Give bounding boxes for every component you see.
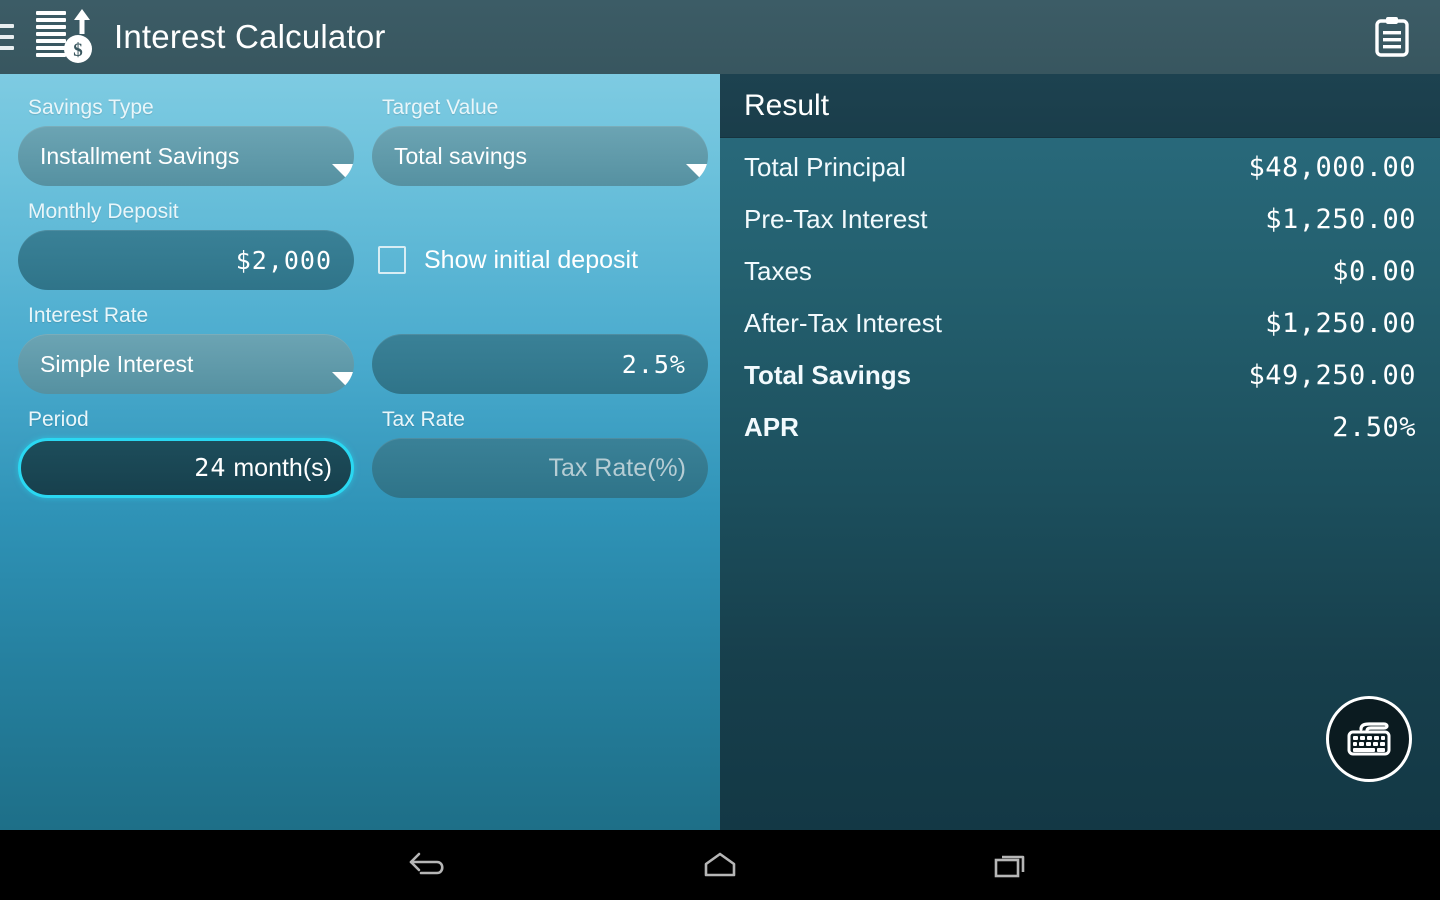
period-group: Period 24 month(s)	[18, 408, 354, 498]
interest-rate-type-value: Simple Interest	[40, 350, 194, 377]
chevron-down-icon	[686, 164, 708, 186]
result-row: Pre-Tax Interest $1,250.00	[744, 204, 1416, 256]
show-initial-deposit-group: Show initial deposit	[372, 200, 708, 290]
interest-rate-type-dropdown[interactable]: Simple Interest	[18, 334, 354, 394]
result-row-value: $1,250.00	[1265, 204, 1416, 235]
result-row: Taxes $0.00	[744, 256, 1416, 308]
keyboard-fab-button[interactable]	[1326, 696, 1412, 782]
hamburger-line	[0, 24, 14, 28]
period-value: 24 month(s)	[40, 453, 332, 483]
result-row-value: $1,250.00	[1265, 308, 1416, 339]
savings-type-group: Savings Type Installment Savings	[18, 96, 354, 186]
result-row-value: 2.50%	[1332, 412, 1416, 443]
result-row-label: APR	[744, 412, 799, 442]
svg-text:$: $	[73, 40, 83, 61]
hamburger-line	[0, 35, 14, 39]
clipboard-icon[interactable]	[1366, 9, 1418, 65]
result-row-value: $48,000.00	[1248, 152, 1416, 183]
period-label: Period	[28, 408, 89, 431]
interest-rate-input[interactable]: 2.5%	[372, 334, 708, 394]
result-row: Total Principal $48,000.00	[744, 152, 1416, 204]
app-screen: $ Interest Calculator Savings Type Insta…	[0, 0, 1440, 900]
result-panel: Result Total Principal $48,000.00 Pre-Tax …	[720, 74, 1440, 830]
result-row-label: After-Tax Interest	[744, 308, 942, 338]
show-initial-deposit-checkbox-row[interactable]: Show initial deposit	[372, 230, 708, 290]
monthly-deposit-value: $2,000	[235, 245, 332, 275]
spacer-label	[372, 304, 708, 334]
show-initial-deposit-checkbox[interactable]	[378, 246, 406, 274]
monthly-deposit-input[interactable]: $2,000	[18, 230, 354, 290]
savings-type-dropdown[interactable]: Installment Savings	[18, 126, 354, 186]
tax-rate-label: Tax Rate	[382, 408, 465, 431]
chevron-down-icon	[332, 372, 354, 394]
result-row: APR 2.50%	[744, 412, 1416, 464]
hamburger-line	[0, 46, 14, 50]
period-input[interactable]: 24 month(s)	[18, 438, 354, 498]
page-title: Interest Calculator	[114, 18, 386, 55]
content-area: Savings Type Installment Savings Target …	[0, 74, 1440, 830]
monthly-deposit-label: Monthly Deposit	[28, 200, 179, 223]
hamburger-menu-icon[interactable]	[0, 0, 18, 74]
savings-type-label: Savings Type	[28, 96, 154, 119]
interest-rate-value: 2.5%	[621, 349, 686, 379]
target-value-label: Target Value	[382, 96, 499, 119]
monthly-deposit-group: Monthly Deposit $2,000	[18, 200, 354, 290]
result-header: Result	[720, 74, 1440, 138]
target-value-value: Total savings	[394, 142, 527, 169]
interest-rate-label: Interest Rate	[28, 304, 149, 327]
interest-rate-value-group: 2.5%	[372, 304, 708, 394]
chevron-down-icon	[332, 164, 354, 186]
result-row-label: Pre-Tax Interest	[744, 204, 928, 234]
input-form-panel: Savings Type Installment Savings Target …	[0, 74, 720, 830]
period-unit: month(s)	[226, 454, 332, 482]
result-row-value: $0.00	[1332, 256, 1416, 287]
result-row-value: $49,250.00	[1248, 360, 1416, 391]
show-initial-deposit-label: Show initial deposit	[424, 245, 639, 274]
keyboard-icon	[1347, 722, 1391, 756]
result-row-label: Taxes	[744, 256, 812, 286]
spacer-label	[372, 200, 708, 230]
result-title: Result	[744, 88, 830, 122]
result-row: After-Tax Interest $1,250.00	[744, 308, 1416, 360]
back-icon[interactable]	[400, 841, 460, 889]
tax-rate-placeholder: Tax Rate(%)	[548, 453, 686, 482]
period-number: 24	[194, 453, 227, 482]
savings-type-value: Installment Savings	[40, 142, 240, 169]
result-list: Total Principal $48,000.00 Pre-Tax Interes…	[720, 138, 1440, 464]
target-value-dropdown[interactable]: Total savings	[372, 126, 708, 186]
tax-rate-group: Tax Rate Tax Rate(%)	[372, 408, 708, 498]
target-value-group: Target Value Total savings	[372, 96, 708, 186]
android-navigation-bar	[0, 830, 1440, 900]
interest-rate-type-group: Interest Rate Simple Interest	[18, 304, 354, 394]
coins-dollar-growth-icon: $	[32, 7, 94, 67]
result-row-label: Total Savings	[744, 360, 912, 390]
tax-rate-input[interactable]: Tax Rate(%)	[372, 438, 708, 498]
home-icon[interactable]	[690, 841, 750, 889]
result-row: Total Savings $49,250.00	[744, 360, 1416, 412]
recents-icon[interactable]	[980, 841, 1040, 889]
app-bar: $ Interest Calculator	[0, 0, 1440, 74]
result-row-label: Total Principal	[744, 152, 906, 182]
